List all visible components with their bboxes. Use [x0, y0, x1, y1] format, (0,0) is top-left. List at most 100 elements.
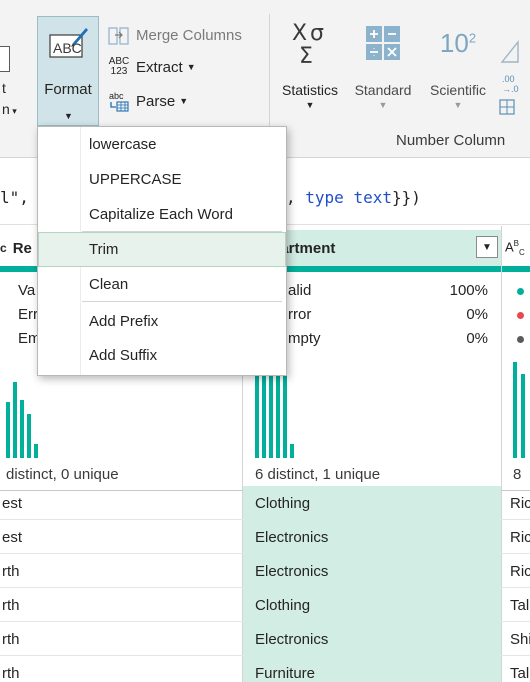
merge-columns-icon — [106, 24, 132, 46]
format-label: Format — [44, 81, 92, 98]
scientific-label: Scientific — [429, 82, 487, 98]
formula-text-right: , type text}}) — [286, 188, 421, 207]
svg-text:ABC: ABC — [53, 40, 82, 56]
distribution-bar — [13, 382, 17, 458]
menu-item-uppercase[interactable]: UPPERCASE — [38, 162, 286, 196]
region-cell[interactable]: rth — [2, 656, 240, 682]
standard-button[interactable]: Standard ▼ — [348, 18, 418, 110]
region-cell[interactable]: est — [2, 520, 240, 554]
department-error-label: rror — [288, 306, 312, 323]
format-dropdown-caret-icon: ▼ — [64, 111, 73, 121]
next-cell[interactable]: Ric — [510, 520, 530, 554]
format-dropdown-menu: lowercase UPPERCASE Capitalize Each Word… — [37, 126, 287, 376]
department-cell[interactable]: Electronics — [243, 520, 501, 554]
calculator-icon — [348, 18, 418, 68]
menu-separator — [82, 301, 282, 302]
ten-squared-icon: 102 — [439, 27, 477, 58]
next-distribution-chart — [513, 362, 530, 458]
department-cell[interactable]: Furniture — [243, 656, 501, 682]
column-filter-dropdown-icon[interactable]: ▼ — [476, 236, 498, 258]
standard-label: Standard — [354, 82, 412, 98]
menu-item-add-prefix[interactable]: Add Prefix — [38, 304, 286, 338]
next-distinct-summary: 8 — [513, 466, 522, 483]
distribution-bar — [27, 414, 31, 458]
svg-text:X: X — [292, 21, 307, 46]
statistics-button[interactable]: XσΣ Statistics ▼ — [276, 18, 344, 110]
region-cell[interactable]: rth — [2, 622, 240, 656]
table-row[interactable]: rth Electronics Ric — [0, 554, 530, 588]
next-cell[interactable]: Shi — [510, 622, 530, 656]
table-row[interactable]: rth Furniture Tal — [0, 656, 530, 682]
distribution-bar — [20, 400, 24, 458]
parse-caret-icon: ▼ — [179, 96, 189, 106]
merge-columns-button[interactable]: Merge Columns — [106, 22, 242, 48]
left-command-fragment-label-2[interactable]: n ▾ — [2, 101, 17, 117]
svg-text:→.0: →.0 — [502, 84, 519, 94]
parse-icon: abc — [106, 90, 132, 112]
empty-dot-icon — [517, 336, 524, 343]
department-empty-value: 0% — [466, 330, 488, 347]
svg-text:σ: σ — [310, 21, 324, 46]
error-dot-icon — [517, 312, 524, 319]
parse-label: Parse — [136, 92, 176, 110]
left-command-fragment-label[interactable]: t — [2, 80, 6, 96]
table-row[interactable]: rth Clothing Tal — [0, 588, 530, 622]
formula-text-left: l", — [0, 188, 29, 207]
left-command-fragment-icon[interactable] — [0, 46, 10, 72]
valid-dot-icon — [517, 288, 524, 295]
extract-caret-icon: ▼ — [186, 62, 196, 72]
distribution-bar — [521, 374, 525, 458]
parse-button[interactable]: abc Parse ▼ — [106, 88, 188, 114]
distribution-bar — [290, 444, 294, 458]
menu-item-clean[interactable]: Clean — [38, 267, 286, 301]
number-column-group-label: Number Column — [396, 132, 506, 149]
next-cell[interactable]: Tal — [510, 588, 530, 622]
merge-columns-label: Merge Columns — [136, 26, 242, 44]
text-type-icon: c — [0, 241, 7, 255]
standard-caret-icon: ▼ — [378, 100, 388, 110]
svg-text:.00: .00 — [502, 74, 515, 84]
menu-item-capitalize-each-word[interactable]: Capitalize Each Word — [38, 197, 286, 231]
truncated-commands: .00 →.0 — [498, 22, 530, 132]
column-quality-bar-next — [502, 266, 530, 272]
svg-text:Σ: Σ — [299, 44, 313, 66]
sigma-icon: XσΣ — [276, 18, 344, 68]
region-valid-label: Va — [18, 282, 36, 299]
department-cell[interactable]: Clothing — [243, 486, 501, 520]
department-valid-label: alid — [288, 282, 312, 299]
table-row[interactable]: est Clothing Ric — [0, 486, 530, 520]
next-cell[interactable]: Ric — [510, 486, 530, 520]
distribution-bar — [34, 444, 38, 458]
region-cell[interactable]: rth — [2, 554, 240, 588]
region-cell[interactable]: rth — [2, 588, 240, 622]
distribution-bar — [6, 402, 10, 458]
department-cell[interactable]: Electronics — [243, 554, 501, 588]
region-cell[interactable]: est — [2, 486, 240, 520]
extract-icon: ABC 123 — [108, 56, 130, 77]
next-cell[interactable]: Tal — [510, 656, 530, 682]
department-error-value: 0% — [466, 306, 488, 323]
table-row[interactable]: rth Electronics Shi — [0, 622, 530, 656]
department-cell[interactable]: Electronics — [243, 622, 501, 656]
extract-button[interactable]: ABC 123 Extract ▼ — [106, 54, 196, 80]
region-error-label: Err — [18, 306, 38, 323]
scientific-caret-icon: ▼ — [453, 100, 463, 110]
region-distinct-summary: distinct, 0 unique — [6, 466, 119, 483]
next-cell[interactable]: Ric — [510, 554, 530, 588]
department-cell[interactable]: Clothing — [243, 588, 501, 622]
menu-item-add-suffix[interactable]: Add Suffix — [38, 338, 286, 372]
table-row[interactable]: est Electronics Ric — [0, 520, 530, 554]
menu-item-trim[interactable]: Trim — [38, 232, 286, 267]
column-header-next[interactable]: ABC — [505, 230, 530, 266]
abc-type-icon: ABC — [505, 239, 525, 257]
department-distinct-summary: 6 distinct, 1 unique — [255, 466, 381, 483]
extract-label: Extract — [136, 58, 183, 76]
trigonometry-icon — [500, 40, 519, 63]
department-empty-label: mpty — [288, 330, 321, 347]
statistics-label: Statistics — [281, 82, 338, 98]
abc-format-icon: ABC — [49, 28, 88, 58]
menu-item-lowercase[interactable]: lowercase — [38, 127, 286, 161]
scientific-button[interactable]: 102 Scientific ▼ — [422, 18, 494, 111]
distribution-bar — [513, 362, 517, 458]
format-button[interactable]: ABC Format ▼ — [37, 16, 99, 126]
